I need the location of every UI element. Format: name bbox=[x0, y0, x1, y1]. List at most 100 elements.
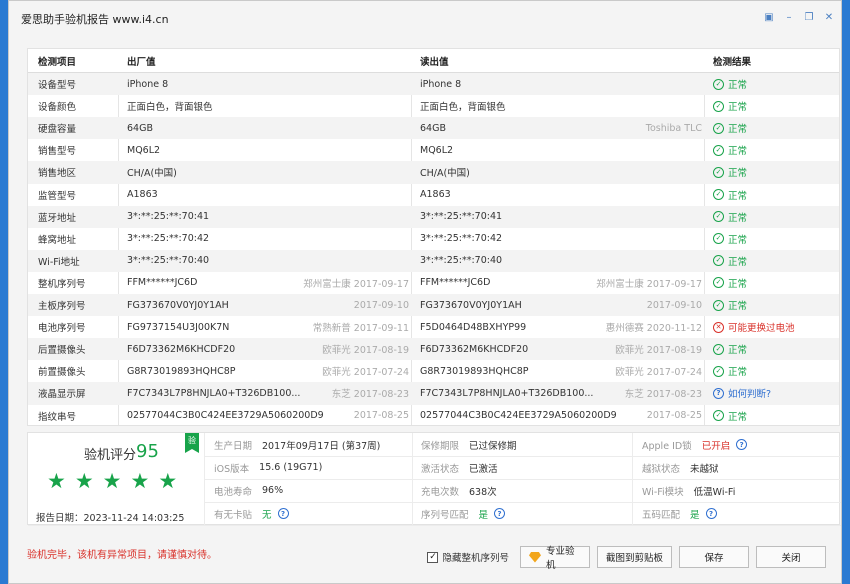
help-icon[interactable]: ? bbox=[705, 508, 717, 519]
battery-label: 电池寿命 bbox=[214, 486, 253, 498]
row-read-sub: 郑州富士康 2017-09-17 bbox=[596, 278, 702, 290]
table-row: 电池序列号 FG9737154U3J00K7N 常熟新普 2017-09-11 F5D… bbox=[28, 316, 839, 338]
row-divider bbox=[204, 479, 841, 480]
row-factory-value: FFM******JC6D bbox=[127, 277, 198, 289]
header-factory: 出厂值 bbox=[127, 56, 156, 68]
row-result: ✓ 正常 bbox=[713, 77, 747, 91]
row-item: 蓝牙地址 bbox=[38, 212, 77, 224]
report-window: 爱思助手验机报告 www.i4.cn ▣ – ❐ ✕ 检测项目 出厂值 读出值 … bbox=[8, 0, 842, 584]
help-icon[interactable]: ? bbox=[494, 508, 506, 519]
row-read-value: A1863 bbox=[420, 189, 451, 201]
summary-panel: 验机评分 95 ★ ★ ★ ★ ★ 验 报告日期：2023-11-24 14:0… bbox=[27, 432, 841, 526]
row-factory-value: G8R73019893HQHC8P bbox=[127, 365, 236, 377]
activation-value: 已激活 bbox=[469, 463, 498, 475]
row-factory-value: 3*:**:25:**:70:40 bbox=[127, 255, 210, 267]
row-factory-sub: 郑州富士康 2017-09-17 bbox=[303, 278, 409, 290]
row-read-value: CH/A(中国) bbox=[420, 168, 470, 180]
appleid-value: 已开启 bbox=[701, 440, 731, 452]
activation-cell: 激活状态 已激活 bbox=[421, 456, 498, 479]
close-icon[interactable]: ✕ bbox=[823, 12, 835, 24]
header-read: 读出值 bbox=[420, 56, 449, 68]
question-circle-icon: ? bbox=[713, 387, 724, 399]
nocard-cell: 有无卡贴 无 ? bbox=[214, 502, 289, 525]
pro-inspect-button[interactable]: 专业验机 bbox=[519, 546, 590, 571]
row-result: ✓ 正常 bbox=[713, 143, 747, 157]
row-result-text: 正常 bbox=[728, 345, 748, 357]
checkbox-checked-icon[interactable]: ✓ bbox=[427, 551, 439, 563]
row-factory-sub: 2017-08-25 bbox=[353, 410, 409, 422]
row-item: 整机序列号 bbox=[38, 278, 86, 290]
check-circle-icon: ✓ bbox=[713, 122, 724, 134]
star-icon: ★ bbox=[158, 469, 178, 493]
row-read-value: 3*:**:25:**:70:41 bbox=[420, 211, 503, 223]
charge-cell: 充电次数 638次 bbox=[421, 479, 497, 502]
restore-icon[interactable]: ❐ bbox=[803, 12, 815, 24]
warranty-value: 已过保修期 bbox=[469, 440, 517, 452]
row-item: 设备颜色 bbox=[38, 102, 77, 114]
row-result-text: 正常 bbox=[728, 367, 748, 379]
appleid-cell: Apple ID锁 已开启 ? bbox=[642, 433, 748, 456]
row-result-text: 正常 bbox=[728, 190, 748, 202]
row-factory-value: 3*:**:25:**:70:42 bbox=[127, 233, 210, 245]
row-factory-value: F7C7343L7P8HNJLA0+T326DB100... bbox=[127, 387, 301, 399]
error-circle-icon: ✕ bbox=[713, 321, 724, 333]
check-circle-icon: ✓ bbox=[713, 233, 724, 245]
row-result: ✓ 正常 bbox=[713, 210, 747, 224]
wifi-value: 低温Wi-Fi bbox=[693, 486, 736, 498]
row-result-text: 正常 bbox=[728, 234, 748, 246]
row-result: ✓ 正常 bbox=[713, 342, 747, 356]
check-circle-icon: ✓ bbox=[713, 144, 724, 156]
row-result: ✓ 正常 bbox=[713, 276, 747, 290]
row-result: ✓ 正常 bbox=[713, 99, 747, 113]
skin-icon[interactable]: ▣ bbox=[763, 12, 775, 24]
row-result: ✕ 可能更换过电池 bbox=[713, 320, 795, 334]
row-read-sub: 惠州德赛 2020-11-12 bbox=[605, 323, 702, 335]
check-circle-icon: ✓ bbox=[713, 277, 724, 289]
row-result: ✓ 正常 bbox=[713, 298, 747, 312]
row-factory-value: 3*:**:25:**:70:41 bbox=[127, 211, 210, 223]
table-row: 后置摄像头 F6D73362M6KHCDF20 欧菲光 2017-08-19 F6D7… bbox=[28, 338, 839, 361]
star-icon: ★ bbox=[74, 469, 94, 493]
score-box: 验机评分 95 ★ ★ ★ ★ ★ 验 bbox=[28, 433, 204, 506]
table-row: 蓝牙地址 3*:**:25:**:70:41 3*:**:25:**:70:41 ✓ 正… bbox=[28, 205, 839, 228]
row-result-text: 正常 bbox=[728, 80, 748, 92]
minimize-icon[interactable]: – bbox=[783, 12, 795, 24]
save-button[interactable]: 保存 bbox=[679, 546, 749, 568]
row-result[interactable]: ? 如何判断? bbox=[713, 386, 771, 400]
appleid-label: Apple ID锁 bbox=[642, 440, 692, 452]
warranty-label: 保修期限 bbox=[421, 440, 460, 452]
row-result-text: 正常 bbox=[728, 278, 748, 290]
star-icon: ★ bbox=[130, 469, 150, 493]
row-item: 前置摄像头 bbox=[38, 367, 86, 379]
row-factory-value: A1863 bbox=[127, 189, 158, 201]
table-row: 销售型号 MQ6L2 MQ6L2 ✓ 正常 bbox=[28, 139, 839, 161]
help-icon[interactable]: ? bbox=[277, 508, 289, 519]
check-circle-icon: ✓ bbox=[713, 211, 724, 223]
check-circle-icon: ✓ bbox=[713, 166, 724, 178]
table-row: 设备颜色 正面白色，背面银色 正面白色，背面银色 ✓ 正常 bbox=[28, 95, 839, 117]
nocard-label: 有无卡贴 bbox=[214, 509, 253, 521]
row-factory-value: iPhone 8 bbox=[127, 78, 169, 90]
jailbreak-label: 越狱状态 bbox=[642, 463, 681, 475]
row-read-value: 02577044C3B0C424EE3729A5060200D9 bbox=[420, 410, 617, 422]
row-item: 主板序列号 bbox=[38, 301, 86, 313]
row-read-sub: 欧菲光 2017-08-19 bbox=[615, 345, 702, 357]
row-read-value: F7C7343L7P8HNJLA0+T326DB100... bbox=[420, 387, 594, 399]
help-icon[interactable]: ? bbox=[736, 439, 748, 450]
prod-date-label: 生产日期 bbox=[214, 440, 253, 452]
row-item: 硬盘容量 bbox=[38, 124, 77, 136]
hide-serial-checkbox[interactable]: ✓ 隐藏整机序列号 bbox=[427, 550, 509, 564]
prod-date-value: 2017年09月17日 (第37周) bbox=[262, 440, 381, 452]
row-read-value: F6D73362M6KHCDF20 bbox=[420, 343, 529, 355]
row-result: ✓ 正常 bbox=[713, 188, 747, 202]
row-result: ✓ 正常 bbox=[713, 121, 747, 135]
close-button[interactable]: 关闭 bbox=[756, 546, 826, 568]
row-item: 后置摄像头 bbox=[38, 345, 86, 357]
window-title: 爱思助手验机报告 www.i4.cn bbox=[21, 13, 169, 26]
gem-icon bbox=[528, 551, 541, 563]
clipboard-button[interactable]: 截图到剪贴板 bbox=[596, 546, 672, 568]
footer-controls: ✓ 隐藏整机序列号 专业验机 截图到剪贴板 保存 关闭 bbox=[427, 546, 826, 571]
wifi-cell: Wi-Fi模块 低温Wi-Fi bbox=[642, 479, 735, 502]
row-result: ✓ 正常 bbox=[713, 409, 747, 423]
pro-inspect-label: 专业验机 bbox=[545, 546, 575, 571]
